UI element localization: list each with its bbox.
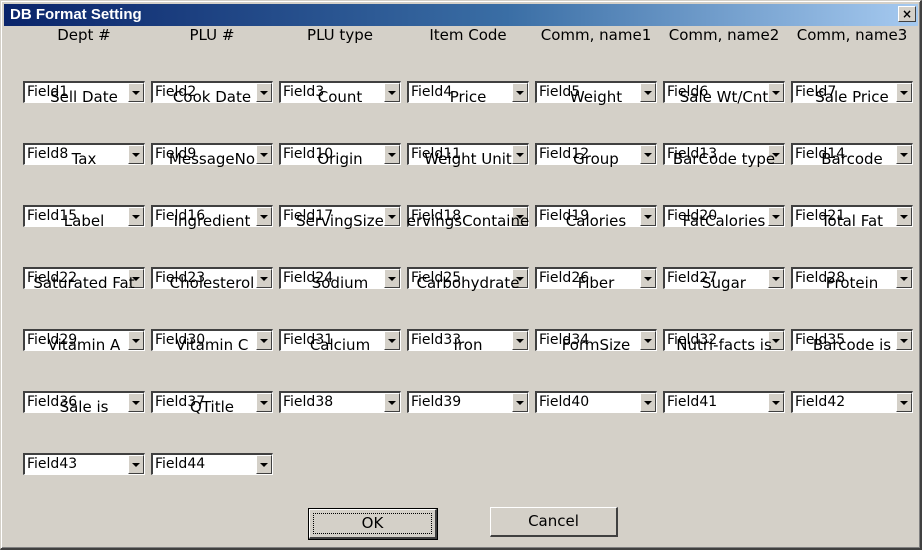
field-label-29: Saturated Fat (33, 274, 135, 292)
field-label-35: Protein (825, 274, 879, 292)
ok-button[interactable]: OK (308, 508, 438, 540)
field-label-34: Sugar (702, 274, 746, 292)
field-select-43[interactable]: Field43 (23, 453, 145, 475)
title-bar[interactable]: DB Format Setting × (4, 4, 918, 26)
field-select-value: Field39 (411, 394, 462, 410)
field-select-value: Field40 (539, 394, 590, 410)
field-label-18: Weight Unit (424, 150, 512, 168)
window-title: DB Format Setting (10, 6, 142, 23)
field-label-1: Dept # (57, 26, 111, 44)
close-button[interactable]: × (898, 6, 916, 22)
field-label-39: Iron (453, 336, 483, 354)
field-label-28: Total Fat (820, 212, 884, 230)
field-select-value: Field38 (283, 394, 334, 410)
ok-button-label: OK (361, 514, 384, 532)
dropdown-button[interactable] (256, 455, 272, 474)
field-label-27: FatCalories (682, 212, 766, 230)
dropdown-button[interactable] (768, 393, 784, 412)
chevron-down-icon (772, 401, 780, 405)
field-select-value: Field42 (795, 394, 846, 410)
field-select-41[interactable]: Field41 (663, 391, 785, 413)
field-label-23: Ingredient (173, 212, 251, 230)
chevron-down-icon (260, 463, 268, 467)
field-label-10: Count (317, 88, 363, 106)
field-select-39[interactable]: Field39 (407, 391, 529, 413)
field-label-21: Barcode (821, 150, 883, 168)
field-label-4: Item Code (429, 26, 507, 44)
field-label-14: Sale Price (815, 88, 889, 106)
chevron-down-icon (516, 401, 524, 405)
cancel-button[interactable]: Cancel (490, 507, 618, 537)
field-label-24: ServingSize (296, 212, 384, 230)
db-format-setting-dialog: DB Format Setting × Dept # Field1 PLU # Fie… (0, 0, 922, 550)
field-select-value: Field43 (27, 456, 78, 472)
field-label-8: Sell Date (50, 88, 118, 106)
field-label-42: Barcode is (812, 336, 892, 354)
field-select-value: Field44 (155, 456, 206, 472)
field-select-42[interactable]: Field42 (791, 391, 913, 413)
dropdown-button[interactable] (896, 393, 912, 412)
dropdown-button[interactable] (384, 393, 400, 412)
field-label-26: Calories (565, 212, 627, 230)
field-label-16: MessageNo (168, 150, 256, 168)
field-label-5: Comm, name1 (540, 26, 652, 44)
field-label-20: BarCode type (672, 150, 776, 168)
field-label-7: Comm, name3 (796, 26, 908, 44)
chevron-down-icon (132, 463, 140, 467)
dropdown-button[interactable] (512, 393, 528, 412)
field-label-36: Vitamin A (47, 336, 121, 354)
dropdown-button[interactable] (128, 455, 144, 474)
field-select-value: Field41 (667, 394, 718, 410)
chevron-down-icon (388, 401, 396, 405)
field-label-11: Price (449, 88, 487, 106)
field-label-44: QTitle (190, 398, 234, 416)
field-label-40: FormSize (561, 336, 631, 354)
field-label-32: Carbohydrate (416, 274, 520, 292)
field-select-38[interactable]: Field38 (279, 391, 401, 413)
field-label-3: PLU type (307, 26, 373, 44)
field-select-40[interactable]: Field40 (535, 391, 657, 413)
field-label-33: Fiber (577, 274, 615, 292)
field-label-31: Sodium (311, 274, 369, 292)
field-label-6: Comm, name2 (668, 26, 780, 44)
field-label-9: Cook Date (172, 88, 252, 106)
chevron-down-icon (644, 401, 652, 405)
field-label-22: Label (63, 212, 105, 230)
field-label-13: Sale Wt/Cnt (679, 88, 769, 106)
field-label-15: Tax (71, 150, 97, 168)
cancel-button-label: Cancel (528, 512, 579, 530)
field-label-17: Origin (317, 150, 363, 168)
close-icon: × (901, 7, 913, 21)
field-label-43: Sale is (59, 398, 109, 416)
chevron-down-icon (900, 401, 908, 405)
field-label-37: Vitamin C (175, 336, 249, 354)
field-select-44[interactable]: Field44 (151, 453, 273, 475)
field-label-19: Group (573, 150, 619, 168)
field-label-12: Weight (569, 88, 623, 106)
field-label-38: Calcium (309, 336, 371, 354)
field-label-25: ervingsContaine (406, 212, 530, 230)
field-label-30: Cholesterol (169, 274, 255, 292)
field-label-2: PLU # (189, 26, 235, 44)
dropdown-button[interactable] (640, 393, 656, 412)
field-label-41: Nutri-facts is (676, 336, 772, 354)
